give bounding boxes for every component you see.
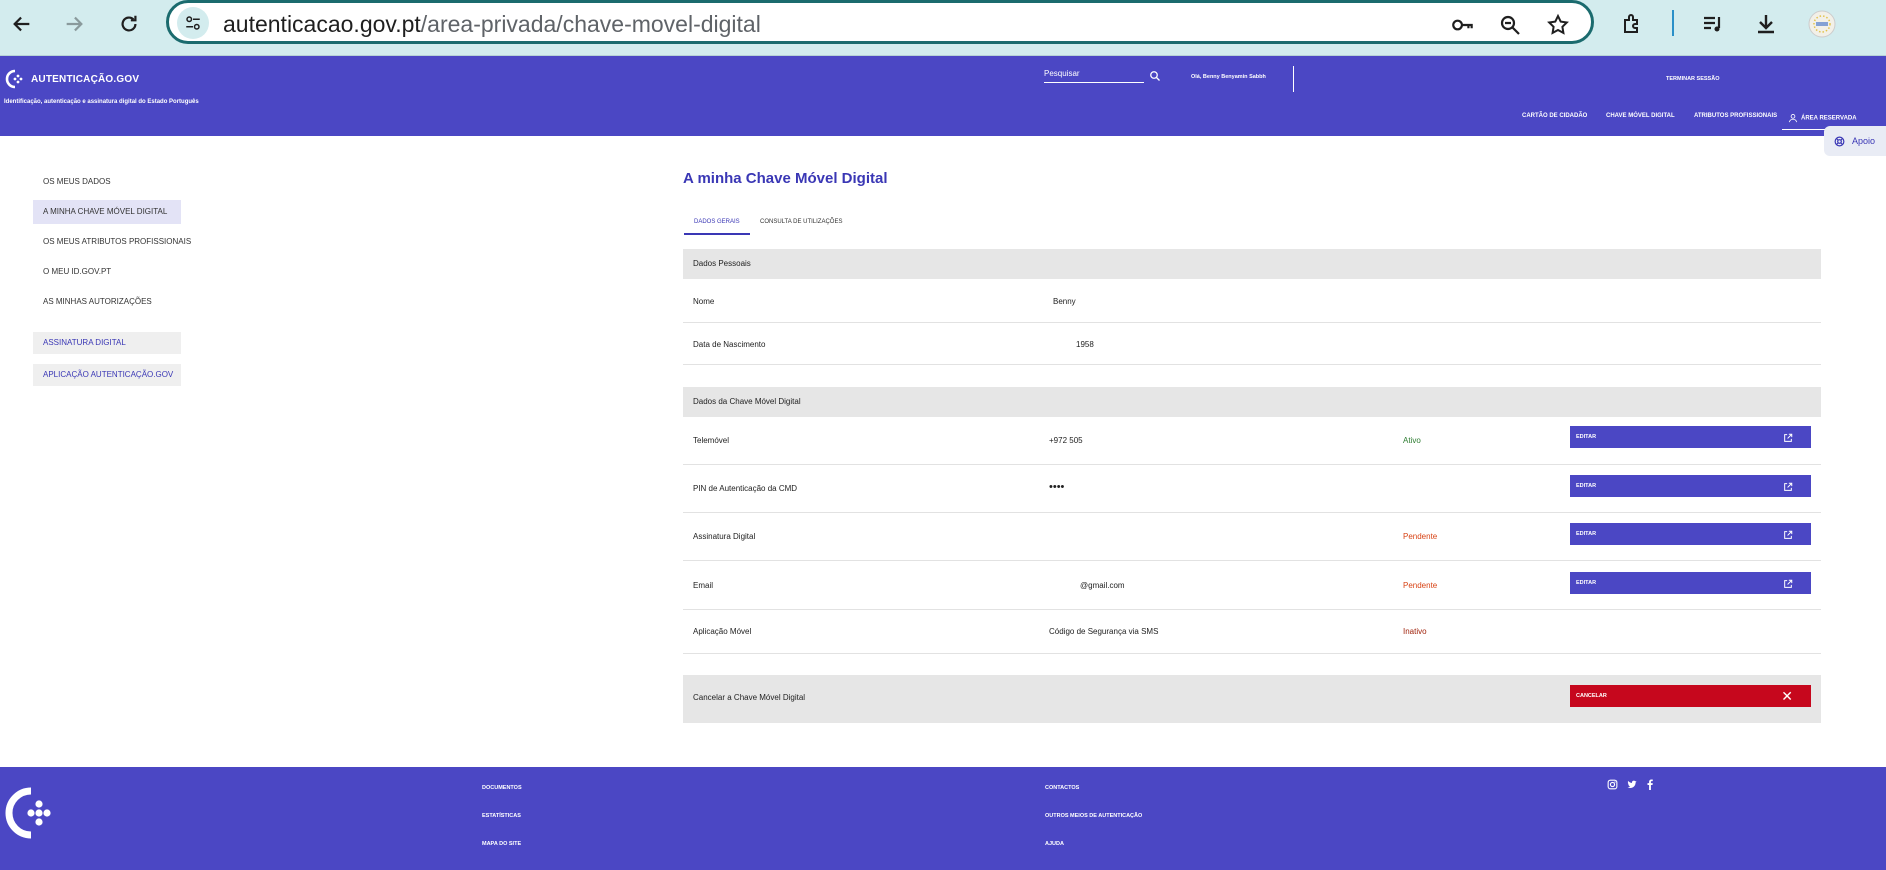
footer-link-mapa-site[interactable]: MAPA DO SITE [482, 841, 521, 847]
edit-email-button[interactable]: EDITAR [1570, 572, 1811, 594]
table-row: Data de Nascimento 1958 [683, 323, 1821, 365]
search-input[interactable]: Pesquisar [1044, 67, 1144, 83]
app-movel-label: Aplicação Móvel [693, 627, 752, 636]
pin-value: •••• [1049, 481, 1065, 493]
page-title: A minha Chave Móvel Digital [683, 170, 888, 187]
search-icon[interactable] [1149, 69, 1161, 87]
cancel-cmd-label: Cancelar a Chave Móvel Digital [693, 693, 806, 702]
sidebar-item-meus-dados[interactable]: OS MEUS DADOS [33, 170, 181, 194]
section-dados-pessoais: Dados Pessoais [683, 249, 1821, 279]
footer-link-outros-meios[interactable]: OUTROS MEIOS DE AUTENTICAÇÃO [1045, 813, 1142, 819]
header-divider [1293, 66, 1294, 92]
user-greeting: Olá, Benny Benyamin Sabbh [1191, 74, 1266, 80]
facebook-icon[interactable] [1646, 779, 1654, 790]
status-badge: Inativo [1403, 627, 1427, 636]
twitter-icon[interactable] [1626, 779, 1638, 790]
url-text[interactable]: autenticacao.gov.pt/area-privada/chave-m… [223, 11, 761, 38]
pin-label: PIN de Autenticação da CMD [693, 484, 798, 493]
telemovel-value: +972 505 [1049, 436, 1083, 445]
edit-label: EDITAR [1576, 483, 1597, 489]
nav-cartao-cidadao[interactable]: CARTÃO DE CIDADÃO [1522, 113, 1587, 119]
footer-link-documentos[interactable]: DOCUMENTOS [482, 785, 522, 791]
user-icon [1788, 114, 1798, 123]
footer-logo-icon[interactable] [5, 787, 57, 839]
nav-chave-movel-digital[interactable]: CHAVE MÓVEL DIGITAL [1606, 113, 1675, 119]
name-label: Nome [693, 297, 715, 306]
external-link-icon [1783, 577, 1793, 599]
email-label: Email [693, 581, 714, 590]
toolbar-divider [1672, 10, 1674, 36]
site-footer: DOCUMENTOS ESTATÍSTICAS MAPA DO SITE CON… [0, 767, 1886, 870]
logo-text: AUTENTICAÇÃO.GOV [31, 73, 140, 85]
external-link-icon [1783, 480, 1793, 502]
cancel-cmd-button[interactable]: CANCELAR ✕ [1570, 685, 1811, 707]
tab-consulta-utilizacoes[interactable]: CONSULTA DE UTILIZAÇÕES [760, 219, 842, 225]
sidebar-item-atributos-profissionais[interactable]: OS MEUS ATRIBUTOS PROFISSIONAIS [33, 230, 191, 254]
cancel-cmd-row: Cancelar a Chave Móvel Digital CANCELAR ✕ [683, 675, 1821, 723]
footer-link-contactos[interactable]: CONTACTOS [1045, 785, 1079, 791]
browser-chrome: autenticacao.gov.pt/area-privada/chave-m… [0, 0, 1886, 56]
table-row: Aplicação Móvel Código de Segurança via … [683, 610, 1821, 654]
footer-link-ajuda[interactable]: AJUDA [1045, 841, 1064, 847]
section-dados-cmd: Dados da Chave Móvel Digital [683, 387, 1821, 417]
name-value: Benny [1053, 297, 1076, 306]
status-badge: Pendente [1403, 532, 1438, 541]
nav-atributos-profissionais[interactable]: ATRIBUTOS PROFISSIONAIS [1694, 113, 1777, 119]
media-control-icon[interactable] [1697, 8, 1729, 40]
cancel-label: CANCELAR [1576, 693, 1607, 699]
edit-label: EDITAR [1576, 580, 1597, 586]
close-icon: ✕ [1781, 688, 1793, 704]
nav-area-reservada-label: ÁREA RESERVADA [1801, 115, 1857, 122]
profile-avatar-icon[interactable] [1806, 8, 1838, 40]
site-tagline: Identificação, autenticação e assinatura… [4, 99, 199, 105]
apoio-label: Apoio [1852, 136, 1876, 146]
sidebar-item-chave-movel-digital[interactable]: A MINHA CHAVE MÓVEL DIGITAL [33, 200, 181, 224]
external-link-icon [1783, 528, 1793, 550]
edit-assinatura-button[interactable]: EDITAR [1570, 523, 1811, 545]
logout-link[interactable]: TERMINAR SESSÃO [1666, 76, 1719, 82]
footer-link-estatisticas[interactable]: ESTATÍSTICAS [482, 813, 521, 819]
edit-telemovel-button[interactable]: EDITAR [1570, 426, 1811, 448]
sidebar-item-assinatura-digital[interactable]: ASSINATURA DIGITAL [33, 332, 181, 354]
birth-date-value: 1958 [1076, 340, 1094, 349]
assinatura-label: Assinatura Digital [693, 532, 756, 541]
sidebar-item-autorizacoes[interactable]: AS MINHAS AUTORIZAÇÕES [33, 290, 181, 314]
site-settings-icon[interactable] [177, 7, 209, 39]
site-logo[interactable]: AUTENTICAÇÃO.GOV [5, 69, 139, 89]
app-movel-value: Código de Segurança via SMS [1049, 627, 1159, 636]
download-icon[interactable] [1750, 8, 1782, 40]
key-icon[interactable] [1449, 11, 1477, 39]
zoom-icon[interactable] [1496, 11, 1524, 39]
edit-pin-button[interactable]: EDITAR [1570, 475, 1811, 497]
birth-date-label: Data de Nascimento [693, 340, 766, 349]
social-links [1607, 779, 1654, 790]
edit-label: EDITAR [1576, 531, 1597, 537]
table-row: Nome Benny [683, 279, 1821, 323]
address-bar[interactable]: autenticacao.gov.pt/area-privada/chave-m… [166, 0, 1594, 44]
telemovel-label: Telemóvel [693, 436, 730, 445]
autenticacao-logo-icon [5, 69, 23, 89]
apoio-button[interactable]: Apoio [1824, 126, 1886, 156]
sidebar-item-meu-id-gov[interactable]: O MEU ID.GOV.PT [33, 260, 181, 284]
help-icon [1834, 136, 1845, 146]
forward-icon[interactable] [58, 8, 90, 40]
reload-icon[interactable] [113, 8, 145, 40]
external-link-icon [1783, 431, 1793, 453]
email-value: @gmail.com [1080, 581, 1125, 590]
back-icon[interactable] [6, 8, 38, 40]
tab-dados-gerais[interactable]: DADOS GERAIS [684, 219, 750, 235]
extensions-icon[interactable] [1617, 8, 1649, 40]
site-header: AUTENTICAÇÃO.GOV Identificação, autentic… [0, 56, 1886, 136]
sidebar: OS MEUS DADOS A MINHA CHAVE MÓVEL DIGITA… [33, 170, 191, 396]
edit-label: EDITAR [1576, 434, 1597, 440]
status-badge: Ativo [1403, 436, 1421, 445]
bookmark-star-icon[interactable] [1544, 11, 1572, 39]
status-badge: Pendente [1403, 581, 1438, 590]
instagram-icon[interactable] [1607, 779, 1618, 790]
sidebar-item-aplicacao-autenticacao[interactable]: APLICAÇÃO AUTENTICAÇÃO.GOV [33, 364, 181, 386]
